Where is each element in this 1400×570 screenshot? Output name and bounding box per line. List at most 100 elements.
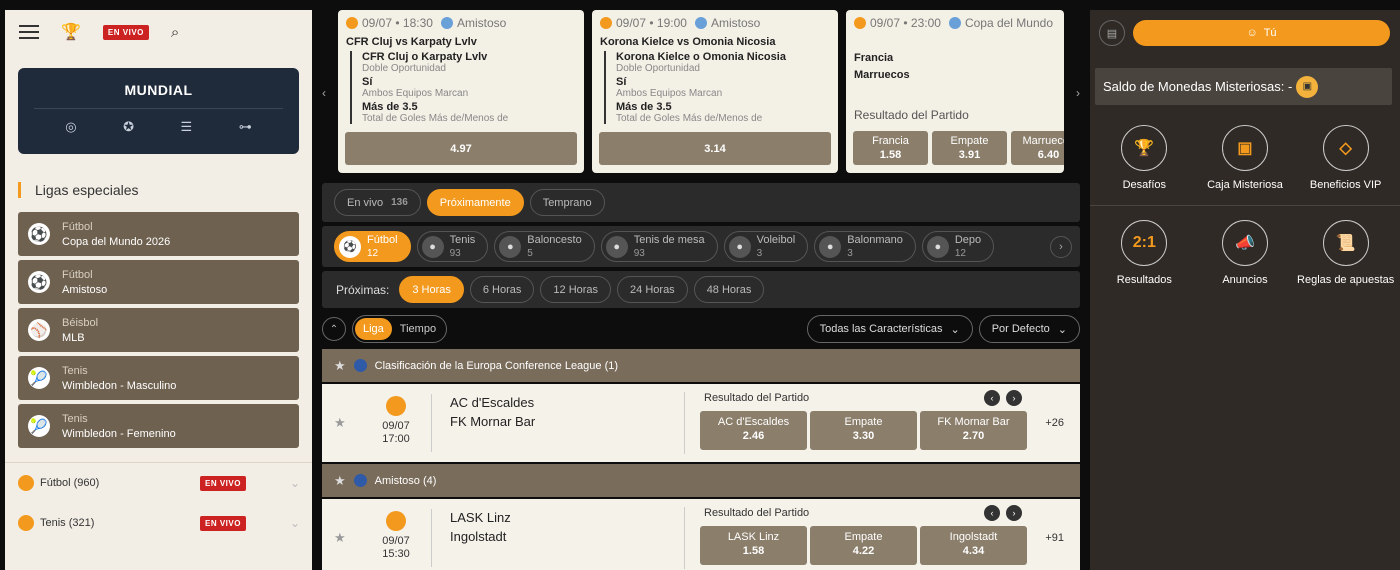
chevron-right-icon[interactable]: › (1006, 505, 1022, 521)
sport-label: Tenis (449, 233, 476, 246)
toggle-liga[interactable]: Liga (355, 318, 392, 340)
medal-icon[interactable]: ✪ (123, 119, 134, 135)
search-icon[interactable]: ⌕ (171, 24, 179, 41)
tab-en-vivo[interactable]: En vivo 136 (334, 189, 421, 216)
trophy-icon[interactable]: 🏆 (61, 22, 81, 42)
odds-button[interactable]: Ingolstadt 4.34 (920, 526, 1027, 565)
sport-row-futbol[interactable]: Fútbol (960) EN VIVO ⌄ (5, 463, 312, 503)
list-icon[interactable]: ☰ (181, 119, 193, 135)
coin-icon: ▣ (1296, 75, 1319, 98)
sport-tab-baloncesto[interactable]: ● Baloncesto 5 (494, 231, 595, 262)
odds-button[interactable]: AC d'Escaldes 2.46 (700, 411, 807, 450)
sport-tab-voleibol[interactable]: ● Voleibol 3 (723, 231, 809, 262)
selection-market: Doble Oportunidad (362, 63, 446, 74)
odds-button[interactable]: Francia 1.58 (853, 131, 928, 165)
star-icon[interactable]: ★ (334, 473, 346, 489)
odds-button[interactable]: Empate 3.91 (932, 131, 1007, 165)
sport-tab-tenis-de-mesa[interactable]: ● Tenis de mesa 93 (600, 231, 718, 262)
chevron-right-icon[interactable]: › (1076, 86, 1080, 100)
market-label: Resultado del Partido (854, 108, 969, 122)
league-header[interactable]: ★ Clasificación de la Europa Conference … (322, 349, 1080, 382)
view-controls: ⌃ Liga Tiempo Todas las Características ⌄… (322, 315, 1080, 343)
tab-temprano[interactable]: Temprano (529, 189, 605, 216)
feature-desafios[interactable]: 🏆 Desafíos (1094, 125, 1194, 191)
betslip-icon[interactable]: ▤ (1099, 20, 1125, 46)
bet-builder-card[interactable]: 09/07 • 18:30 Amistoso CFR Cluj vs Karpat… (338, 10, 584, 173)
toggle-tiempo[interactable]: Tiempo (392, 318, 444, 340)
sport-tab-tenis[interactable]: ● Tenis 93 (416, 231, 489, 262)
star-icon[interactable]: ★ (334, 530, 346, 546)
liga-item[interactable]: ⚽ Fútbol Copa del Mundo 2026 (18, 212, 299, 256)
card-competition: Amistoso (710, 16, 761, 30)
liga-item[interactable]: ⚽ Fútbol Amistoso (18, 260, 299, 304)
team-home[interactable]: LASK Linz (450, 510, 511, 525)
chevron-down-icon[interactable]: ⌄ (290, 476, 300, 490)
chevron-down-icon[interactable]: ⌄ (290, 516, 300, 530)
more-markets-link[interactable]: +26 (1045, 417, 1064, 429)
more-markets-link[interactable]: +91 (1045, 532, 1064, 544)
globe-icon (948, 17, 961, 29)
odds-button[interactable]: Marruecos 6.40 (1011, 131, 1064, 165)
odds-button[interactable]: 3.14 (599, 132, 831, 165)
bracket-icon[interactable]: ⊶ (239, 119, 252, 135)
match-card[interactable]: 09/07 • 23:00 Copa del Mundo Francia Marru… (846, 10, 1064, 173)
hours-option[interactable]: 24 Horas (617, 276, 688, 303)
feature-anuncios[interactable]: 📣 Anuncios (1195, 220, 1295, 286)
team-away[interactable]: Ingolstadt (450, 529, 506, 544)
bet-builder-card[interactable]: 09/07 • 19:00 Amistoso Korona Kielce vs O… (592, 10, 838, 173)
live-badge[interactable]: EN VIVO (102, 24, 149, 40)
sport-tab-balonmano[interactable]: ● Balonmano 3 (814, 231, 916, 262)
card-teams: Korona Kielce vs Omonia Nicosia (600, 36, 776, 48)
sport-row-tenis[interactable]: Tenis (321) EN VIVO ⌄ (5, 503, 312, 543)
chevron-right-icon[interactable]: › (1050, 235, 1072, 258)
right-panel: ▤ ☺ Tú Saldo de Monedas Misteriosas: - ▣ 🏆… (1090, 10, 1400, 570)
collapse-all-icon[interactable]: ⌃ (322, 317, 346, 341)
liga-sport: Fútbol (62, 268, 93, 281)
chevron-left-icon[interactable]: ‹ (984, 505, 1000, 521)
hours-option[interactable]: 6 Horas (469, 276, 535, 303)
hours-option[interactable]: 12 Horas (540, 276, 612, 303)
star-icon[interactable]: ★ (334, 358, 346, 374)
odds-button[interactable]: Empate 4.22 (810, 526, 917, 565)
chevron-left-icon[interactable]: ‹ (322, 86, 326, 100)
liga-item[interactable]: ⚾ Béisbol MLB (18, 308, 299, 352)
outcome-label: Empate (844, 416, 883, 428)
feature-reglas[interactable]: 📜 Reglas de apuestas (1296, 220, 1396, 286)
tab-proximamente[interactable]: Próximamente (426, 189, 524, 216)
time-tabs: En vivo 136 Próximamente Temprano (322, 183, 1080, 222)
odds-button[interactable]: 4.97 (345, 132, 577, 165)
menu-icon[interactable] (19, 21, 39, 43)
feature-resultados[interactable]: 2:1 Resultados (1094, 220, 1194, 286)
mundial-banner[interactable]: MUNDIAL ◎ ✪ ☰ ⊶ (18, 68, 299, 154)
ball-icon[interactable]: ◎ (65, 119, 76, 135)
group-toggle: Liga Tiempo (352, 315, 448, 343)
odds-button[interactable]: FK Mornar Bar 2.70 (920, 411, 1027, 450)
odds-button[interactable]: Empate 3.30 (810, 411, 917, 450)
league-header[interactable]: ★ Amistoso (4) (322, 464, 1080, 497)
chevron-left-icon[interactable]: ‹ (984, 390, 1000, 406)
sort-dropdown[interactable]: Por Defecto ⌄ (978, 315, 1080, 343)
user-button[interactable]: ☺ Tú (1133, 20, 1390, 46)
odds-button[interactable]: LASK Linz 1.58 (700, 526, 807, 565)
team-home[interactable]: AC d'Escaldes (450, 395, 534, 410)
coin-balance[interactable]: Saldo de Monedas Misteriosas: - ▣ (1095, 68, 1392, 105)
hours-option[interactable]: 3 Horas (399, 276, 464, 303)
star-icon[interactable]: ★ (334, 415, 346, 431)
sport-name: Fútbol (40, 477, 71, 489)
sport-tab-esports[interactable]: ● Depo 12 (921, 231, 995, 262)
event-row[interactable]: ★ 09/07 15:30 LASK Linz Ingolstadt Result… (322, 499, 1080, 570)
sport-tab-futbol[interactable]: ⚽ Fútbol 12 (334, 231, 411, 262)
team-away[interactable]: FK Mornar Bar (450, 414, 535, 429)
chevron-right-icon[interactable]: › (1006, 390, 1022, 406)
liga-sport: Tenis (62, 412, 88, 425)
liga-item[interactable]: 🎾 Tenis Wimbledon - Masculino (18, 356, 299, 400)
liga-item[interactable]: 🎾 Tenis Wimbledon - Femenino (18, 404, 299, 448)
hours-option[interactable]: 48 Horas (693, 276, 765, 303)
outcome-label: Francia (872, 135, 909, 147)
features-dropdown[interactable]: Todas las Características ⌄ (806, 315, 973, 343)
soccer-ball-icon (854, 17, 866, 29)
feature-caja-misteriosa[interactable]: ▣ Caja Misteriosa (1195, 125, 1295, 191)
feature-beneficios-vip[interactable]: ◇ Beneficios VIP (1296, 125, 1396, 191)
event-row[interactable]: ★ 09/07 17:00 AC d'Escaldes FK Mornar Bar… (322, 384, 1080, 462)
ligas-title: Ligas especiales (18, 182, 312, 198)
